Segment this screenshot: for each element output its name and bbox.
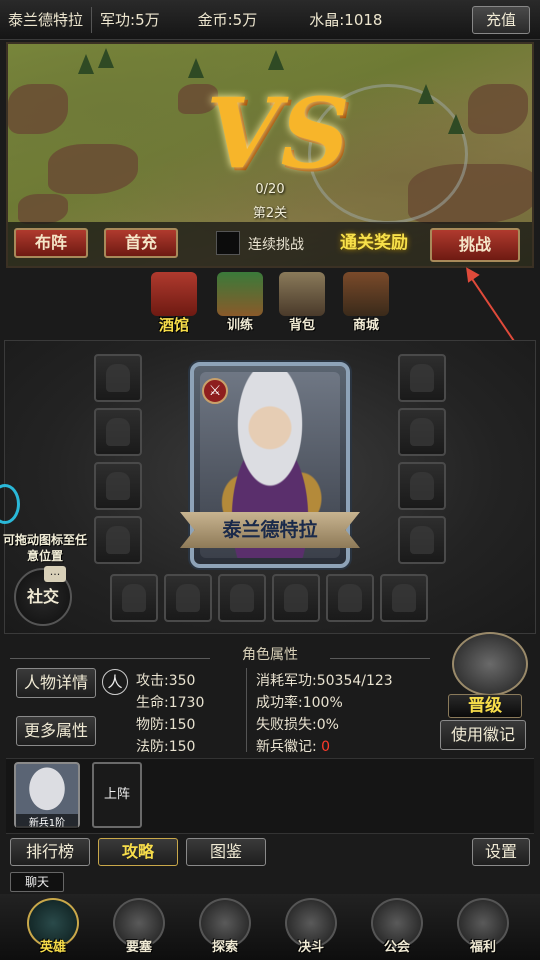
gallery-button[interactable]: 图鉴 — [186, 838, 266, 866]
nav-label: 背包 — [288, 318, 315, 333]
skill-slot[interactable] — [272, 574, 320, 622]
first-recharge-button[interactable]: 首充 — [104, 228, 178, 258]
bottom-nav-fortress[interactable]: 要塞 — [108, 898, 170, 960]
settings-button[interactable]: 设置 — [472, 838, 530, 866]
chat-tab[interactable]: 聊天 — [10, 872, 64, 892]
lineup-strip — [6, 758, 534, 834]
skill-slot[interactable] — [326, 574, 374, 622]
recruit-badge-value: 0 — [321, 739, 331, 755]
training-icon — [217, 272, 263, 316]
bottom-nav-hero[interactable]: 英雄 — [22, 898, 84, 960]
stat-attack: 攻击:350 — [136, 673, 196, 689]
nav-label: 酒馆 — [158, 316, 189, 334]
tavern-icon — [151, 272, 197, 316]
tree-icon — [418, 84, 434, 104]
recharge-button[interactable]: 充值 — [472, 6, 530, 34]
stat-magic-def: 法防:150 — [136, 739, 196, 755]
bottom-nav-label: 福利 — [469, 940, 496, 955]
equip-slot[interactable] — [94, 354, 142, 402]
nav-shop[interactable]: 商城 — [338, 272, 394, 336]
skill-slot[interactable] — [164, 574, 212, 622]
hero-rank-label: 新兵1阶 — [16, 814, 78, 829]
skill-slot[interactable] — [110, 574, 158, 622]
character-details-button[interactable]: 人物详情 — [16, 668, 96, 698]
bottom-nav-duel[interactable]: 决斗 — [280, 898, 342, 960]
chat-bubble-icon: ... — [44, 566, 66, 582]
sword-class-icon: ⚔ — [202, 378, 228, 404]
formation-button[interactable]: 布阵 — [14, 228, 88, 258]
terrain-rock — [8, 84, 68, 134]
equip-slot[interactable] — [398, 516, 446, 564]
bottom-nav-welfare[interactable]: 福利 — [452, 898, 514, 960]
tree-icon — [268, 50, 284, 70]
feature-icon-row: 酒馆 训练 背包 商城 — [0, 272, 540, 336]
stage-progress: 0/20 — [255, 182, 285, 197]
equip-slot[interactable] — [398, 408, 446, 456]
shop-icon — [343, 272, 389, 316]
recruit-badge-label: 新兵徽记: — [256, 739, 317, 755]
tree-icon — [78, 54, 94, 74]
more-attributes-button[interactable]: 更多属性 — [16, 716, 96, 746]
divider — [246, 668, 247, 752]
player-name: 泰兰德特拉 — [8, 11, 84, 29]
nav-label: 商城 — [352, 318, 379, 333]
equip-slot[interactable] — [398, 462, 446, 510]
deploy-button[interactable]: 上阵 — [92, 762, 142, 828]
bottom-nav-explore[interactable]: 探索 — [194, 898, 256, 960]
social-label: 社交 — [26, 587, 59, 606]
bottom-nav-label: 要塞 — [125, 940, 152, 955]
stat-success-rate: 成功率:100% — [256, 695, 343, 711]
terrain-rock — [468, 84, 528, 134]
crystal-amount: 水晶:1018 — [309, 11, 383, 29]
top-resource-bar: 泰兰德特拉 军功:5万 金币:5万 水晶:1018 — [0, 0, 540, 40]
nav-label: 训练 — [226, 318, 253, 333]
stat-recruit-badge: 新兵徽记: 0 — [256, 736, 330, 756]
clear-reward-button[interactable]: 通关奖励 — [330, 228, 418, 258]
military-merit: 军功:5万 — [100, 11, 160, 29]
challenge-button[interactable]: 挑战 — [430, 228, 520, 262]
person-icon: 人 — [102, 669, 128, 695]
stat-hp: 生命:1730 — [136, 695, 205, 711]
tree-icon — [98, 48, 114, 68]
use-badge-button[interactable]: 使用徽记 — [440, 720, 526, 750]
stage-number: 第2关 — [252, 206, 288, 221]
hero-name-banner: 泰兰德特拉 — [180, 512, 360, 548]
gold-amount: 金币:5万 — [197, 11, 258, 29]
skill-slot[interactable] — [380, 574, 428, 622]
nav-training[interactable]: 训练 — [212, 272, 268, 336]
stat-phys-def: 物防:150 — [136, 717, 196, 733]
auto-challenge-label: 连续挑战 — [248, 237, 304, 253]
stat-fail-loss: 失败损失:0% — [256, 717, 339, 733]
ranking-button[interactable]: 排行榜 — [10, 838, 90, 866]
drag-hint-text: 可拖动图标至任意位置 — [2, 533, 87, 563]
bottom-nav-guild[interactable]: 公会 — [366, 898, 428, 960]
backpack-icon — [279, 272, 325, 316]
vs-emblem: VS — [206, 77, 350, 190]
skill-slot[interactable] — [218, 574, 266, 622]
promote-helmet-icon[interactable] — [452, 632, 528, 696]
strategy-button[interactable]: 攻略 — [98, 838, 178, 866]
equip-slot[interactable] — [94, 516, 142, 564]
stat-cost: 消耗军功:50354/123 — [256, 673, 393, 689]
bottom-nav-label: 公会 — [383, 940, 410, 955]
bottom-nav-label: 探索 — [211, 940, 238, 955]
promote-button[interactable]: 晋级 — [448, 694, 522, 718]
bottom-nav-label: 决斗 — [297, 940, 324, 955]
auto-challenge-checkbox[interactable] — [216, 231, 240, 255]
tree-icon — [448, 114, 464, 134]
nav-backpack[interactable]: 背包 — [274, 272, 330, 336]
equip-slot[interactable] — [94, 408, 142, 456]
bottom-nav-label: 英雄 — [39, 940, 66, 955]
equip-slot[interactable] — [94, 462, 142, 510]
equip-slot[interactable] — [398, 354, 446, 402]
divider — [330, 658, 430, 659]
tree-icon — [188, 58, 204, 78]
nav-tavern[interactable]: 酒馆 — [146, 272, 202, 336]
